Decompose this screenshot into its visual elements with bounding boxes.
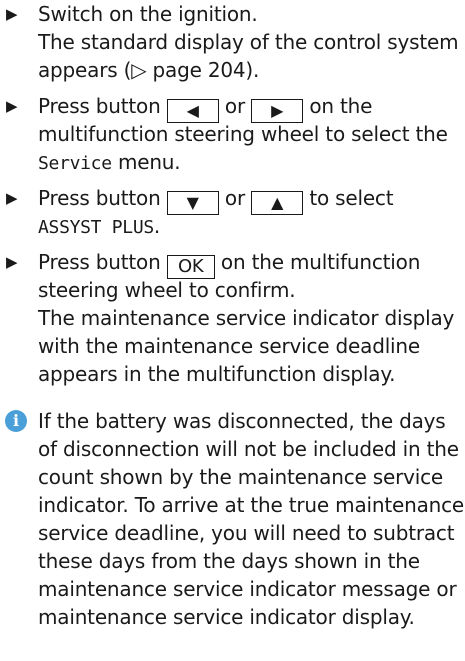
manual-page: ▶ Switch on the ignition. The standard d…: [0, 0, 465, 661]
menu-name: Service: [38, 153, 112, 174]
step-2-or: or: [224, 94, 245, 118]
step-4-line: Press button OK on the multifunction: [38, 248, 420, 279]
step-2-line: Press button ◀ or ▶ on the: [38, 92, 372, 123]
step-3-line: Press button ▼ or ▲ to select: [38, 184, 394, 215]
step-3-prefix: Press button: [38, 186, 161, 210]
step-4-line2: steering wheel to confirm.: [38, 278, 296, 302]
info-icon: i: [5, 410, 27, 432]
step-4-prefix: Press button: [38, 250, 161, 274]
note-line: maintenance service indicator display.: [38, 605, 415, 629]
down-arrow-button-key: ▼: [166, 191, 219, 215]
note-line: of disconnection will not be included in…: [38, 437, 459, 461]
step-2-suffix: on the: [309, 94, 373, 118]
step-1-text: Switch on the ignition.: [38, 2, 258, 26]
menu-item-name: ASSYST PLUS: [38, 217, 154, 238]
menu-suffix: menu.: [117, 150, 181, 174]
step-1-result-line: appears (▷ page 204).: [38, 58, 260, 82]
menu-item-suffix: .: [153, 214, 161, 238]
step-2-line3: Service menu.: [38, 148, 181, 178]
step-3-or: or: [224, 186, 245, 210]
step-4-result-line: The maintenance service indicator displa…: [38, 306, 455, 330]
step-2-line2: multifunction steering wheel to select t…: [38, 122, 448, 146]
step-4-result-line: with the maintenance service deadline: [38, 334, 420, 358]
step-3-suffix: to select: [309, 186, 394, 210]
note-line: these days from the days shown in the: [38, 549, 420, 573]
step-bullet-icon: ▶: [6, 253, 18, 271]
note-line: maintenance service indicator message or: [38, 577, 457, 601]
up-arrow-button-key: ▲: [251, 191, 304, 215]
step-bullet-icon: ▶: [6, 5, 18, 23]
step-3-line2: ASSYST PLUS.: [38, 212, 160, 242]
step-1-result-line: The standard display of the control syst…: [38, 30, 459, 54]
note-line: If the battery was disconnected, the day…: [38, 409, 446, 433]
step-2-prefix: Press button: [38, 94, 161, 118]
step-bullet-icon: ▶: [6, 97, 18, 115]
note-line: indicator. To arrive at the true mainten…: [38, 493, 464, 517]
step-4-suffix: on the multifunction: [220, 250, 421, 274]
step-bullet-icon: ▶: [6, 189, 18, 207]
note-line: count shown by the maintenance service: [38, 465, 443, 489]
note-line: service deadline, you will need to subtr…: [38, 521, 455, 545]
step-4-result-line: appears in the multifunction display.: [38, 362, 396, 386]
